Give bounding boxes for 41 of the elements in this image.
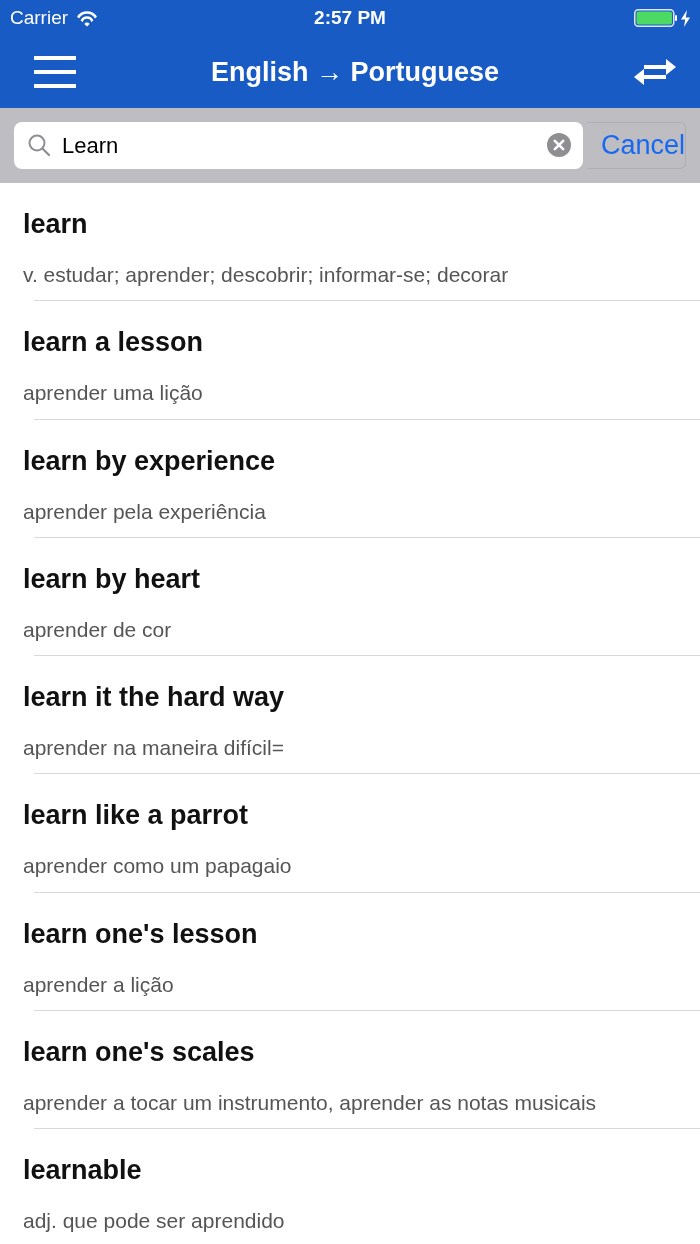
- wifi-icon: [76, 9, 99, 27]
- result-term: learn: [23, 208, 88, 241]
- carrier-label: Carrier: [10, 5, 69, 30]
- result-row[interactable]: learn by heart aprender de cor: [0, 537, 700, 657]
- result-translation: aprender pela experiência: [23, 498, 266, 525]
- clear-icon: [546, 133, 571, 157]
- swap-languages-button[interactable]: [634, 56, 676, 88]
- menu-icon: [34, 56, 76, 88]
- result-row[interactable]: learn it the hard way aprender na maneira difícil=: [0, 656, 700, 775]
- result-row[interactable]: learn by experience aprender pela experiência: [0, 419, 700, 538]
- result-term: learn one's scales: [23, 1036, 255, 1070]
- search-icon: [28, 134, 50, 156]
- result-term: learn by heart: [23, 562, 201, 596]
- result-term: learn a lesson: [23, 326, 204, 360]
- swap-arrows-icon: [634, 56, 676, 88]
- result-translation: aprender de cor: [23, 616, 172, 643]
- result-translation: aprender a lição: [23, 971, 174, 998]
- result-term: learn by experience: [23, 444, 276, 478]
- result-row[interactable]: learn a lesson aprender uma lição: [0, 301, 700, 420]
- result-row[interactable]: learn v. estudar; aprender; descobrir; informar-se; decorar: [0, 183, 700, 302]
- clear-search-button[interactable]: [546, 133, 571, 157]
- result-translation: adj. que pode ser aprendido: [23, 1208, 285, 1235]
- result-term: learnable: [23, 1154, 142, 1188]
- result-translation: aprender como um papagaio: [23, 853, 292, 880]
- result-row[interactable]: learnable adj. que pode ser aprendido: [0, 1129, 700, 1244]
- result-translation: aprender a tocar um instrumento, aprender as notas musicais: [23, 1090, 597, 1117]
- result-translation: v. estudar; aprender; descobrir; informar-se; decorar: [23, 262, 509, 288]
- result-translation: aprender uma lição: [23, 380, 203, 407]
- search-field[interactable]: Learn: [14, 122, 583, 169]
- result-row[interactable]: learn one's lesson aprender a lição: [0, 892, 700, 1012]
- result-term: learn one's lesson: [23, 917, 258, 951]
- language-direction-title: English → Portuguese: [210, 55, 499, 89]
- menu-button[interactable]: [34, 56, 76, 88]
- charging-bolt-icon: [681, 9, 690, 27]
- status-time: 2:57 PM: [314, 5, 386, 30]
- battery-icon: [634, 9, 677, 27]
- result-term: learn it the hard way: [23, 681, 285, 715]
- result-row[interactable]: learn one's scales aprender a tocar um instrumento, aprender as notas musicais: [0, 1011, 700, 1130]
- result-translation: aprender na maneira difícil=: [23, 735, 284, 762]
- result-term: learn like a parrot: [23, 799, 249, 833]
- result-row[interactable]: learn like a parrot aprender como um papagaio: [0, 774, 700, 893]
